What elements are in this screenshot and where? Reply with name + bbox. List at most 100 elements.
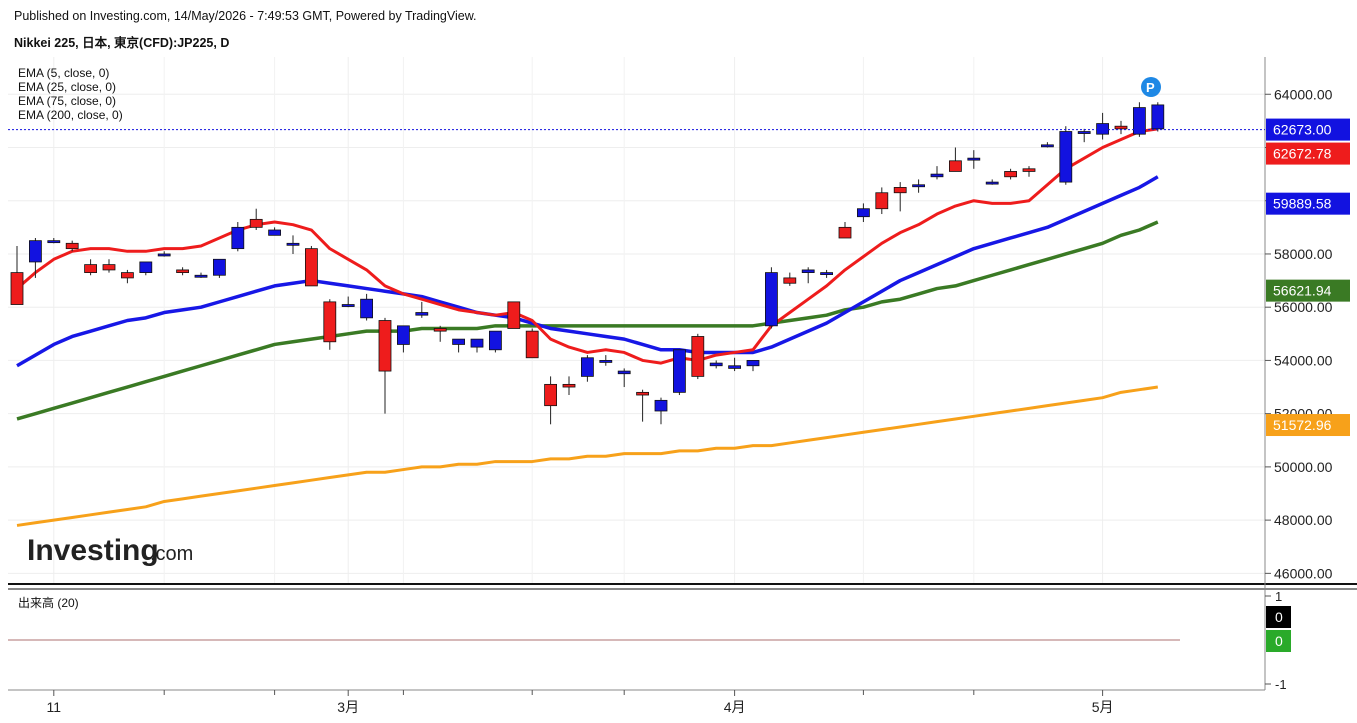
candle — [1059, 126, 1073, 185]
price-badge: 51572.96 — [1266, 414, 1350, 437]
candle-body — [286, 242, 300, 246]
candle-body — [378, 320, 392, 372]
candle-body — [470, 338, 484, 348]
candle-body — [820, 272, 833, 275]
candle-body — [1041, 144, 1054, 148]
price-tick-label: 64000.00 — [1274, 86, 1333, 102]
time-axis[interactable]: 11 3月 4月 5月 — [47, 690, 1114, 715]
candle-body — [102, 264, 116, 271]
candle-body — [139, 261, 153, 273]
indicator-legend[interactable]: EMA (5, close, 0) EMA (25, close, 0) EMA… — [18, 66, 123, 122]
candle-body — [1096, 123, 1109, 135]
candle — [488, 330, 502, 353]
price-badge: 56621.94 — [1266, 279, 1350, 302]
candle-body — [507, 301, 521, 329]
candle-body — [636, 391, 649, 396]
candle — [673, 349, 686, 396]
candle — [304, 245, 318, 287]
candle-body — [268, 229, 282, 236]
volume-value-black: 0 — [1275, 609, 1283, 625]
price-panel[interactable] — [8, 57, 1265, 584]
candle-body — [10, 272, 24, 305]
p-marker-icon[interactable]: P — [1141, 77, 1161, 97]
candle-body — [709, 362, 723, 367]
candle-body — [562, 383, 576, 388]
candle-body — [1151, 104, 1165, 130]
candle-body — [691, 336, 705, 377]
time-tick-label: 5月 — [1092, 699, 1114, 715]
price-badge-text: 51572.96 — [1273, 417, 1332, 433]
candle-body — [323, 301, 337, 343]
candle-body — [783, 277, 797, 284]
price-badge-text: 62672.78 — [1273, 146, 1332, 162]
indicator-ema5: EMA (5, close, 0) — [18, 66, 109, 80]
price-tick-label: 50000.00 — [1274, 459, 1333, 475]
volume-value-green: 0 — [1275, 633, 1283, 649]
price-tick-label: 58000.00 — [1274, 246, 1333, 262]
candle-body — [1059, 131, 1073, 183]
candle-body — [673, 349, 686, 393]
candle-body — [599, 360, 613, 363]
candle-body — [930, 173, 944, 178]
candle-body — [396, 325, 410, 345]
candle-body — [65, 242, 79, 250]
candle-body — [231, 226, 245, 250]
candle-body — [212, 258, 226, 276]
candle-body — [415, 312, 429, 316]
candle — [765, 267, 778, 329]
candle-body — [84, 264, 97, 273]
candle-body — [617, 370, 631, 375]
candle-body — [746, 360, 760, 367]
time-tick-label: 11 — [47, 699, 62, 715]
candle-body — [875, 192, 889, 210]
candle-body — [728, 365, 741, 369]
candle-body — [912, 184, 925, 188]
price-tick-label: 46000.00 — [1274, 565, 1333, 581]
indicator-ema25: EMA (25, close, 0) — [18, 80, 116, 94]
price-badge-text: 56621.94 — [1273, 283, 1332, 299]
price-badge: 59889.58 — [1266, 192, 1350, 215]
indicator-ema200: EMA (200, close, 0) — [18, 108, 123, 122]
candle-body — [194, 274, 208, 278]
volume-tick-bottom: -1 — [1275, 677, 1287, 692]
price-tick-label: 54000.00 — [1274, 352, 1333, 368]
candle-body — [28, 240, 42, 263]
candle-body — [893, 187, 907, 194]
candle-body — [765, 272, 778, 327]
candle — [1133, 102, 1146, 137]
chart-area[interactable]: Investing .com EMA (5, close, 0) EMA (25… — [0, 0, 1357, 723]
candle — [525, 328, 539, 359]
candle-body — [249, 218, 263, 228]
svg-text:P: P — [1146, 80, 1155, 95]
candle-body — [1004, 171, 1017, 178]
candle-body — [47, 240, 61, 244]
candle — [1151, 102, 1165, 132]
volume-tick-top: 1 — [1275, 589, 1282, 604]
candle — [323, 299, 337, 350]
candle-body — [176, 269, 190, 273]
candle-body — [157, 253, 171, 257]
time-tick-label: 3月 — [337, 699, 359, 715]
candle-body — [1077, 131, 1091, 134]
price-badge: 62672.78 — [1266, 142, 1350, 165]
candle-body — [433, 328, 447, 332]
price-badge: 62673.00 — [1266, 118, 1350, 141]
time-tick-label: 4月 — [724, 699, 746, 715]
candle — [691, 333, 705, 380]
candle-body — [581, 357, 594, 377]
candle — [212, 258, 226, 278]
volume-label: 出来高 (20) — [18, 595, 79, 610]
candle-body — [1133, 107, 1146, 135]
candle-body — [360, 298, 374, 319]
candle-body — [525, 330, 539, 359]
candle-body — [341, 304, 355, 307]
candle-body — [654, 399, 668, 412]
candle-body — [452, 338, 466, 345]
candle-body — [801, 269, 815, 273]
candle-body — [967, 157, 981, 161]
price-badges: 62673.00 62672.78 59889.58 56621.94 51572.96 — [1266, 118, 1350, 437]
candle-body — [985, 181, 999, 185]
candle-body — [304, 248, 318, 287]
price-tick-label: 48000.00 — [1274, 512, 1333, 528]
candle-body — [838, 226, 852, 239]
